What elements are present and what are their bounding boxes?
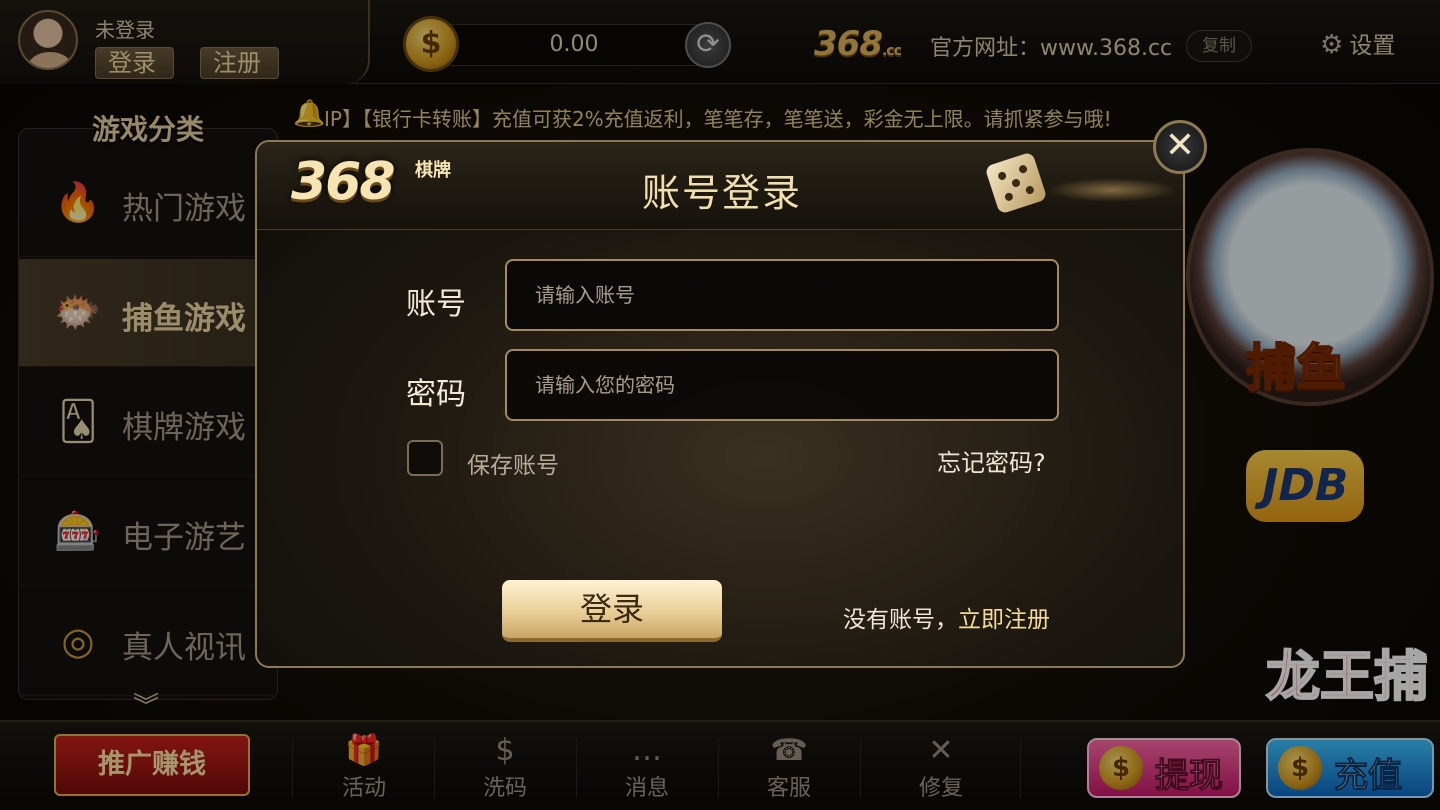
register-prefix: 没有账号， <box>843 607 958 633</box>
account-label: 账号 <box>406 287 466 322</box>
register-prompt: 没有账号，立即注册 <box>843 600 1050 634</box>
password-label: 密码 <box>406 377 466 412</box>
login-modal: 368 棋牌 账号登录 账号 密码 保存账号 忘记密码? 登录 没有账号，立即注… <box>255 140 1185 668</box>
save-account-checkbox[interactable] <box>407 440 443 476</box>
save-account-label: 保存账号 <box>467 453 559 479</box>
account-input[interactable] <box>507 261 1057 329</box>
modal-title: 账号登录 <box>641 171 802 215</box>
login-button[interactable]: 登录 <box>502 580 722 642</box>
register-now-link[interactable]: 立即注册 <box>958 607 1050 633</box>
forgot-password-link[interactable]: 忘记密码? <box>937 443 1046 478</box>
account-field[interactable] <box>505 259 1059 331</box>
dice-dust-decoration <box>1047 178 1177 202</box>
password-input[interactable] <box>507 351 1057 419</box>
modal-header: 368 棋牌 账号登录 <box>257 142 1183 230</box>
password-field[interactable] <box>505 349 1059 421</box>
close-icon[interactable]: ✕ <box>1153 120 1207 174</box>
